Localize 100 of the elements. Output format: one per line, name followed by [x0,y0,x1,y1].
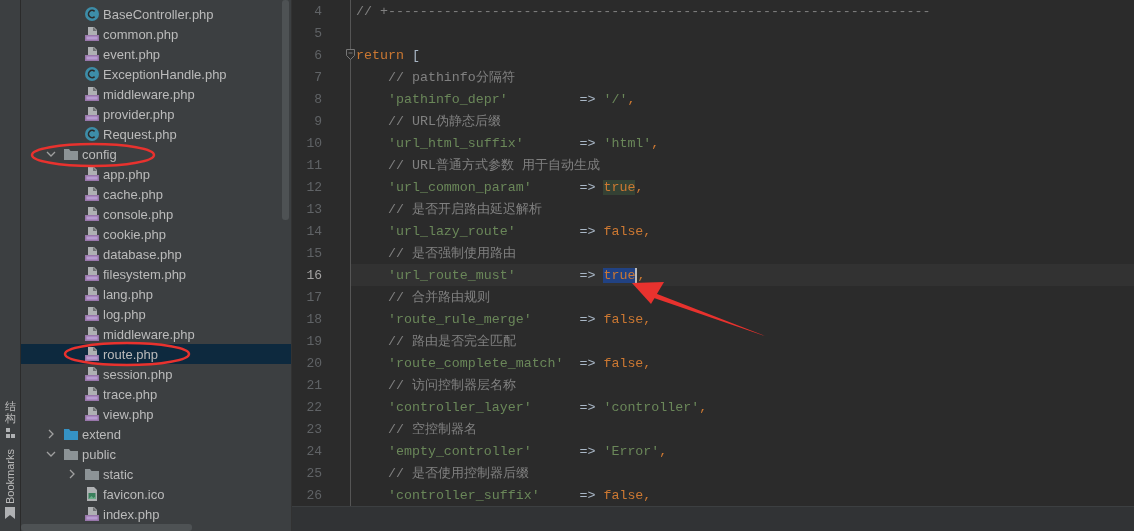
php-file-icon [84,366,100,382]
tree-item[interactable]: Request.php [21,124,291,144]
array-key: 'url_common_param' [388,179,580,195]
bookmark-icon [5,507,15,519]
tree-item[interactable]: cache.php [21,184,291,204]
code-comment: // URL伪静态后缀 [388,114,501,129]
comma: , [651,135,660,151]
tree-item[interactable]: view.php [21,404,291,424]
tree-item[interactable]: trace.php [21,384,291,404]
php-file-icon [84,346,100,362]
arrow-operator: => [579,311,596,327]
php-file-icon [84,166,100,182]
tree-item[interactable]: common.php [21,24,291,44]
array-key: 'empty_controller' [388,443,580,459]
code-comment: // 是否使用控制器后缀 [388,466,529,481]
array-key: 'url_lazy_route' [388,223,580,239]
array-value: 'html' [603,135,652,151]
array-key: 'route_complete_match' [388,355,580,371]
php-file-icon [84,506,100,522]
code-comment: // 空控制器名 [388,422,477,437]
line-number: 25 [306,465,322,481]
line-number: 8 [314,91,322,107]
comma: , [659,443,668,459]
arrow-operator: => [579,487,596,503]
tree-item[interactable]: favicon.ico [21,484,291,504]
class-icon [84,66,100,82]
image-file-icon [84,486,100,502]
tree-item[interactable]: public [21,444,291,464]
line-number: 12 [306,179,322,195]
tree-item[interactable]: index.php [21,504,291,524]
tree-item[interactable]: app.php [21,164,291,184]
php-file-icon [84,286,100,302]
line-number: 7 [314,69,322,85]
code-bracket: [ [411,47,420,63]
arrow-operator: => [579,267,596,283]
array-value: 'controller' [603,399,700,415]
code-keyword: return [356,47,404,63]
tree-item[interactable]: filesystem.php [21,264,291,284]
php-file-icon [84,246,100,262]
structure-icon [4,427,16,439]
code-comment: // 访问控制器层名称 [388,378,516,393]
code-comment: // 是否强制使用路由 [388,246,516,261]
arrow-operator: => [579,179,596,195]
array-value: false [603,355,644,371]
tree-item[interactable]: cookie.php [21,224,291,244]
tree-item[interactable]: route.php [21,344,291,364]
tree-item[interactable]: session.php [21,364,291,384]
tree-item[interactable]: log.php [21,304,291,324]
php-file-icon [84,386,100,402]
php-file-icon [84,206,100,222]
line-number: 14 [306,223,322,239]
line-number: 20 [306,355,322,371]
scrollbar-thumb[interactable] [21,524,192,531]
arrow-operator: => [579,135,596,151]
fold-icon[interactable] [346,49,355,60]
tree-item[interactable]: middleware.php [21,84,291,104]
array-value: '/' [603,91,628,107]
comma: , [643,223,652,239]
tree-item[interactable]: console.php [21,204,291,224]
php-file-icon [84,186,100,202]
line-number: 26 [306,487,322,503]
code-comment: // pathinfo分隔符 [388,70,515,85]
tree-item[interactable]: static [21,464,291,484]
line-number: 19 [306,333,322,349]
comma: , [637,267,646,283]
array-key: 'pathinfo_depr' [388,91,580,107]
line-number: 21 [306,377,322,393]
line-number: 22 [306,399,322,415]
tree-item[interactable]: provider.php [21,104,291,124]
line-number: 15 [306,245,322,261]
php-file-icon [84,86,100,102]
tree-item[interactable]: extend [21,424,291,444]
line-number: 16 [306,267,322,283]
arrow-operator: => [579,355,596,371]
comma: , [699,399,708,415]
line-number: 17 [306,289,322,305]
tree-item[interactable]: event.php [21,44,291,64]
line-number: 5 [314,25,322,41]
php-file-icon [84,106,100,122]
tree-item[interactable]: lang.php [21,284,291,304]
structure-tab[interactable]: 结构 [4,400,16,425]
comma: , [643,355,652,371]
array-key: 'url_route_must' [388,267,580,283]
code-comment: // 是否开启路由延迟解析 [388,202,542,217]
tree-item[interactable]: ExceptionHandle.php [21,64,291,84]
tree-item[interactable]: config [21,144,291,164]
tree-item[interactable]: database.php [21,244,291,264]
array-key: 'route_rule_merge' [388,311,580,327]
line-number: 13 [306,201,322,217]
line-number: 11 [306,157,322,173]
arrow-operator: => [579,223,596,239]
array-value: false [603,311,644,327]
php-file-icon [84,266,100,282]
tree-item[interactable]: middleware.php [21,324,291,344]
arrow-operator: => [579,91,596,107]
tree-item[interactable]: BaseController.php [21,4,291,24]
bookmarks-tab[interactable]: Bookmarks [4,448,16,504]
line-number: 18 [306,311,322,327]
array-value: 'Error' [603,443,660,459]
php-file-icon [84,46,100,62]
